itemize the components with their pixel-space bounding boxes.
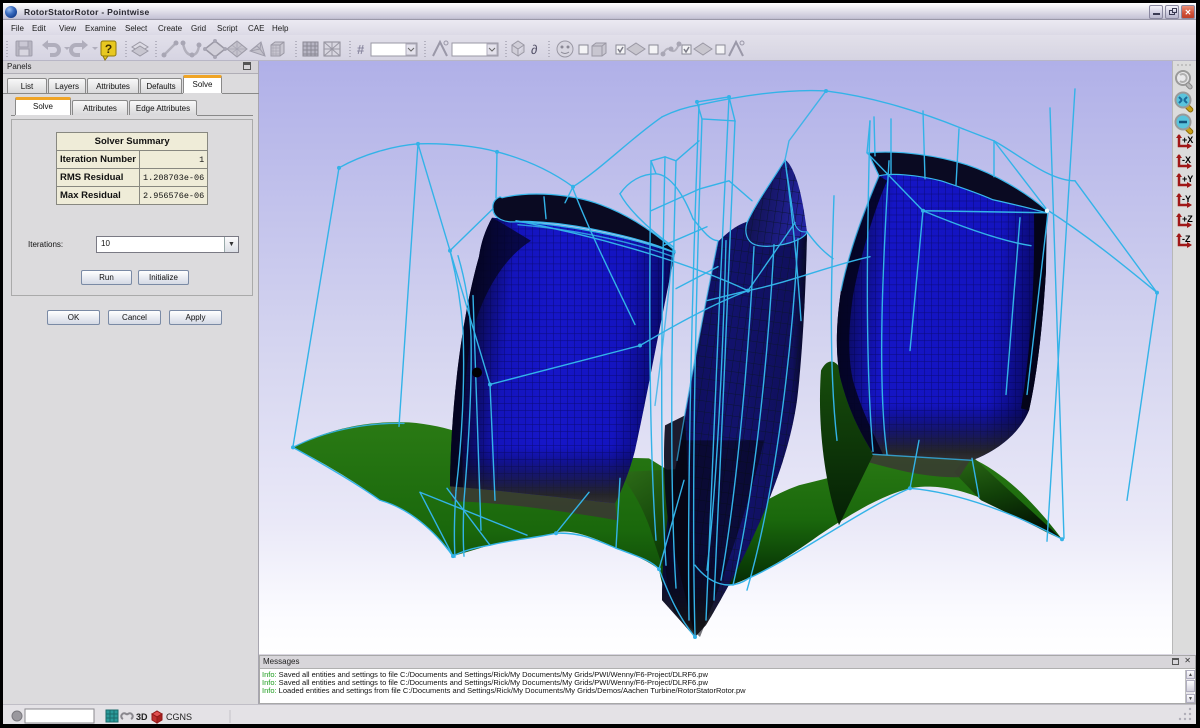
svg-text:#: # — [357, 42, 365, 57]
svg-text:?: ? — [105, 42, 112, 56]
svg-text:-Z: -Z — [1182, 234, 1191, 244]
svg-text:∂: ∂ — [531, 42, 537, 57]
svg-text:3D: 3D — [136, 712, 148, 722]
svg-text:+X: +X — [1182, 135, 1193, 145]
svg-text:+Z: +Z — [1182, 214, 1193, 224]
svg-text:-X: -X — [1182, 155, 1191, 165]
svg-text:-Y: -Y — [1182, 194, 1191, 204]
svg-text:+Y: +Y — [1182, 174, 1193, 184]
svg-text:CGNS: CGNS — [166, 712, 192, 722]
